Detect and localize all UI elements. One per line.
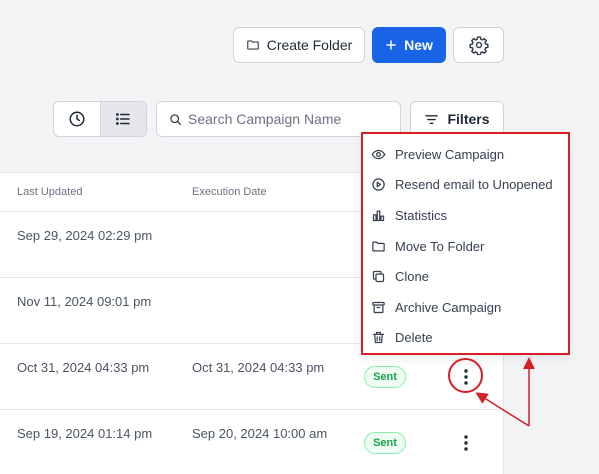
search-icon [170, 113, 182, 125]
menu-item-clone[interactable]: Clone [363, 261, 568, 292]
menu-item-preview-campaign[interactable]: Preview Campaign [363, 139, 568, 170]
folder-icon [246, 40, 259, 50]
table-row: Sep 19, 2024 01:14 pm Sep 20, 2024 10:00… [0, 410, 503, 474]
trash-icon [372, 332, 385, 344]
history-view-button[interactable] [54, 102, 100, 136]
folder-icon [372, 241, 385, 252]
filter-icon [425, 114, 439, 124]
search-input[interactable] [188, 111, 388, 127]
menu-item-label: Clone [395, 269, 429, 285]
kebab-menu-icon [464, 369, 468, 385]
menu-item-label: Delete [395, 330, 433, 346]
execution-date-cell: Oct 31, 2024 04:33 pm [192, 360, 325, 375]
menu-item-label: Statistics [395, 207, 448, 223]
last-updated-cell: Oct 31, 2024 04:33 pm [17, 360, 150, 375]
list-icon [116, 113, 130, 125]
row-actions-menu: Preview Campaign Resend email to Unopene… [361, 132, 570, 355]
list-view-button[interactable] [99, 102, 146, 136]
new-label: New [404, 37, 433, 53]
status-badge: Sent [364, 432, 406, 454]
execution-date-cell: Sep 20, 2024 10:00 am [192, 426, 328, 441]
create-folder-button[interactable]: Create Folder [233, 27, 365, 63]
plus-icon [386, 40, 396, 50]
play-circle-icon [372, 178, 385, 192]
kebab-menu-icon [464, 435, 468, 451]
row-actions-button[interactable] [457, 366, 475, 388]
last-updated-cell: Nov 11, 2024 09:01 pm [17, 294, 152, 309]
gear-icon [468, 36, 489, 55]
menu-item-move-to-folder[interactable]: Move To Folder [363, 231, 568, 262]
menu-item-statistics[interactable]: Statistics [363, 200, 568, 231]
menu-item-resend-email[interactable]: Resend email to Unopened [363, 170, 568, 201]
menu-item-label: Move To Folder [395, 238, 485, 254]
clock-icon [69, 111, 85, 127]
header-last-updated: Last Updated [17, 186, 83, 198]
row-actions-button[interactable] [457, 432, 475, 454]
last-updated-cell: Sep 19, 2024 01:14 pm [17, 426, 153, 441]
menu-item-label: Archive Campaign [395, 299, 502, 315]
status-badge: Sent [364, 366, 406, 388]
menu-item-archive-campaign[interactable]: Archive Campaign [363, 292, 568, 323]
last-updated-cell: Sep 29, 2024 02:29 pm [17, 228, 153, 243]
bar-chart-icon [372, 210, 385, 222]
settings-button[interactable] [453, 27, 504, 63]
menu-item-delete[interactable]: Delete [363, 323, 568, 354]
filters-label: Filters [447, 111, 490, 127]
menu-item-label: Preview Campaign [395, 146, 505, 162]
menu-item-label: Resend email to Unopened [395, 177, 553, 193]
eye-icon [371, 149, 386, 159]
create-folder-label: Create Folder [266, 37, 353, 53]
new-button[interactable]: New [372, 27, 446, 63]
view-toggle [53, 101, 147, 137]
archive-icon [372, 301, 385, 313]
copy-icon [372, 271, 385, 283]
header-execution-date: Execution Date [192, 186, 267, 198]
